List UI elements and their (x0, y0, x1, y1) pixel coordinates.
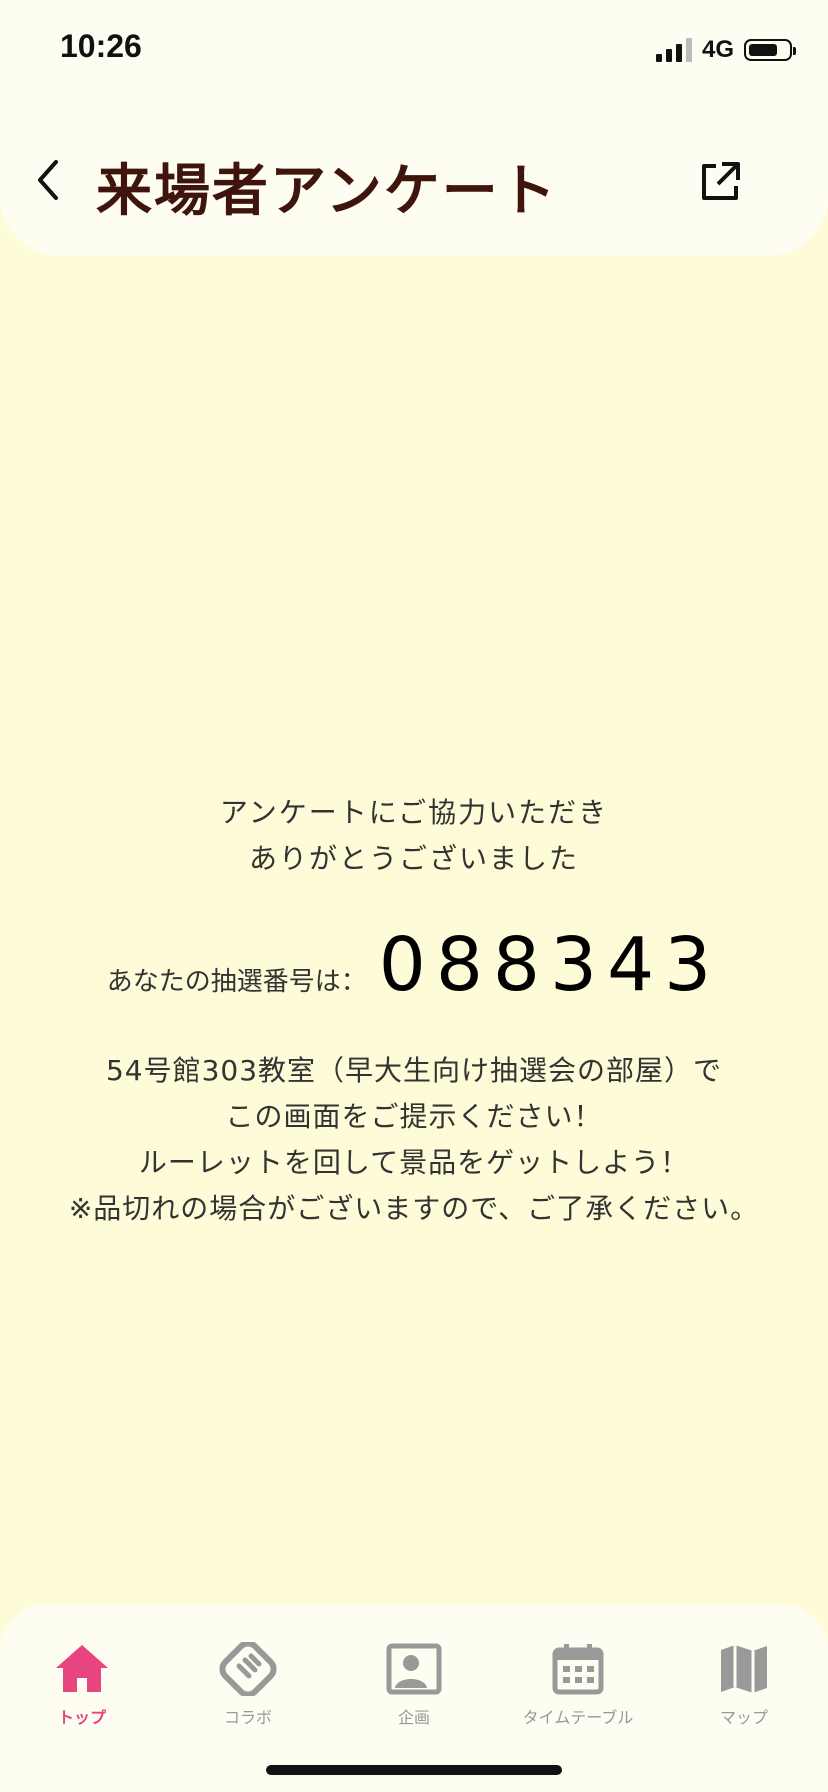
thanks-line-2: ありがとうございました (248, 842, 579, 875)
instructions-text: 54号館303教室（早大生向け抽選会の部屋）で この画面をご提示ください！ ルー… (0, 1048, 828, 1232)
lottery-number-row: あなたの抽選番号は： 088343 (0, 922, 828, 1008)
chevron-left-icon (38, 160, 58, 200)
tab-kikaku[interactable]: 企画 (354, 1642, 474, 1728)
open-external-button[interactable] (692, 154, 748, 210)
tab-label: トップ (57, 1708, 106, 1727)
tab-map[interactable]: マップ (684, 1642, 804, 1728)
survey-complete-message: アンケートにご協力いただき ありがとうございました あなたの抽選番号は： 088… (0, 790, 828, 1232)
handshake-icon (219, 1640, 277, 1698)
home-icon (56, 1645, 108, 1692)
back-button[interactable] (28, 152, 68, 208)
tab-label: 企画 (397, 1708, 430, 1727)
network-label: 4G (701, 36, 734, 63)
tab-timetable[interactable]: タイムテーブル (518, 1642, 638, 1728)
tab-collab[interactable]: コラボ (188, 1640, 308, 1728)
instruction-line: この画面をご提示ください！ (225, 1100, 603, 1133)
thanks-text: アンケートにご協力いただき ありがとうございました (0, 790, 828, 882)
thanks-line-1: アンケートにご協力いただき (219, 796, 609, 829)
lottery-label: あなたの抽選番号は： (106, 967, 367, 997)
tab-top[interactable]: トップ (22, 1642, 142, 1728)
id-card-icon (386, 1643, 442, 1695)
lottery-number: 088343 (378, 922, 722, 1008)
home-indicator (266, 1765, 562, 1775)
page-title: 来場者アンケート (96, 159, 558, 224)
signal-icon (655, 38, 692, 62)
map-icon (721, 1645, 767, 1693)
instruction-line: ルーレットを回して景品をゲットしよう！ (138, 1146, 690, 1179)
app-header: 10:26 4G 来場者アンケート (0, 0, 828, 256)
status-time: 10:26 (60, 28, 142, 64)
tab-label: コラボ (223, 1708, 272, 1727)
instruction-line: ※品切れの場合がございますので、ご了承ください。 (68, 1192, 760, 1225)
calendar-icon (552, 1644, 604, 1695)
tab-label: タイムテーブル (522, 1708, 634, 1727)
tab-label: マップ (719, 1708, 768, 1727)
battery-icon (744, 39, 796, 61)
instruction-line: 54号館303教室（早大生向け抽選会の部屋）で (105, 1054, 723, 1087)
bottom-tab-bar: トップ コラボ 企画 タイムテーブル マップ (0, 1604, 828, 1792)
external-link-icon (702, 162, 740, 200)
status-indicators: 4G (655, 36, 796, 64)
